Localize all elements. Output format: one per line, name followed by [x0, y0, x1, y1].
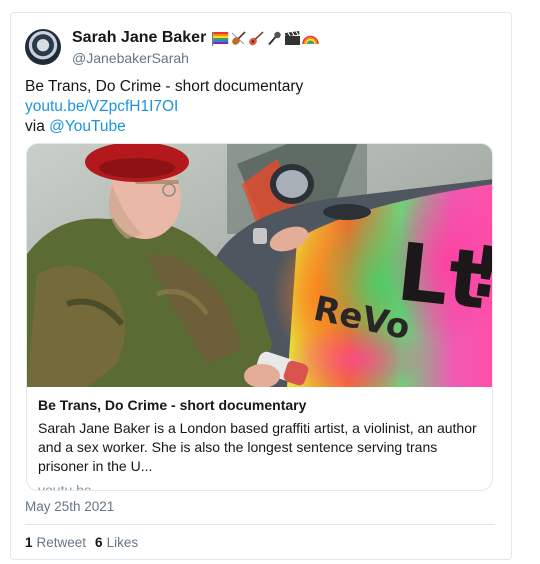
name-emoji-row [212, 30, 320, 46]
likes-label: Likes [106, 535, 139, 550]
card-description: Sarah Jane Baker is a London based graff… [38, 420, 477, 474]
youtube-mention-link[interactable]: @YouTube [49, 118, 126, 135]
rainbow-flag-icon [212, 31, 229, 46]
retweet-count: 1 [25, 535, 33, 550]
divider [25, 524, 495, 525]
author-display-name[interactable]: Sarah Jane Baker [72, 29, 206, 47]
card-body: Be Trans, Do Crime - short documentary S… [38, 396, 482, 491]
embedded-tweet: Sarah Jane Baker @JanebakerSarah Be Tran… [10, 12, 512, 560]
violin-icon [230, 30, 247, 46]
link-preview-card[interactable]: ReVo Lt ! Be Trans, Do Crime - short doc… [26, 143, 493, 491]
avatar[interactable] [25, 29, 61, 65]
likes-count: 6 [95, 535, 103, 550]
microphone-icon [266, 31, 283, 46]
tweet-link[interactable]: youtu.be/VZpcfH1I7OI [25, 98, 178, 115]
author-handle[interactable]: @JanebakerSarah [72, 50, 319, 66]
author-names: Sarah Jane Baker @JanebakerSarah [72, 29, 320, 67]
tweet-stats: 1 Retweet 6 Likes [25, 535, 138, 550]
rainbow-icon [302, 31, 320, 46]
tweet-text-line: Be Trans, Do Crime - short documentary [25, 78, 304, 95]
clapper-board-icon [284, 30, 301, 46]
card-title[interactable]: Be Trans, Do Crime - short documentary [38, 396, 482, 414]
via-label: via [25, 118, 50, 135]
tweet-date[interactable]: May 25th 2021 [25, 499, 114, 514]
tweet-text: Be Trans, Do Crime - short documentary y… [25, 77, 495, 137]
card-domain: youtu.be [38, 482, 92, 491]
guitar-icon [248, 30, 265, 46]
video-thumbnail[interactable]: ReVo Lt ! [27, 144, 492, 387]
likes-stat[interactable]: 6 Likes [95, 535, 138, 550]
tweet-header: Sarah Jane Baker @JanebakerSarah [25, 27, 320, 67]
author-display-name-row[interactable]: Sarah Jane Baker [72, 29, 320, 47]
retweet-stat[interactable]: 1 Retweet [25, 535, 86, 550]
retweet-label: Retweet [36, 535, 87, 550]
thumbnail-graphic: ReVo Lt ! [27, 144, 492, 387]
